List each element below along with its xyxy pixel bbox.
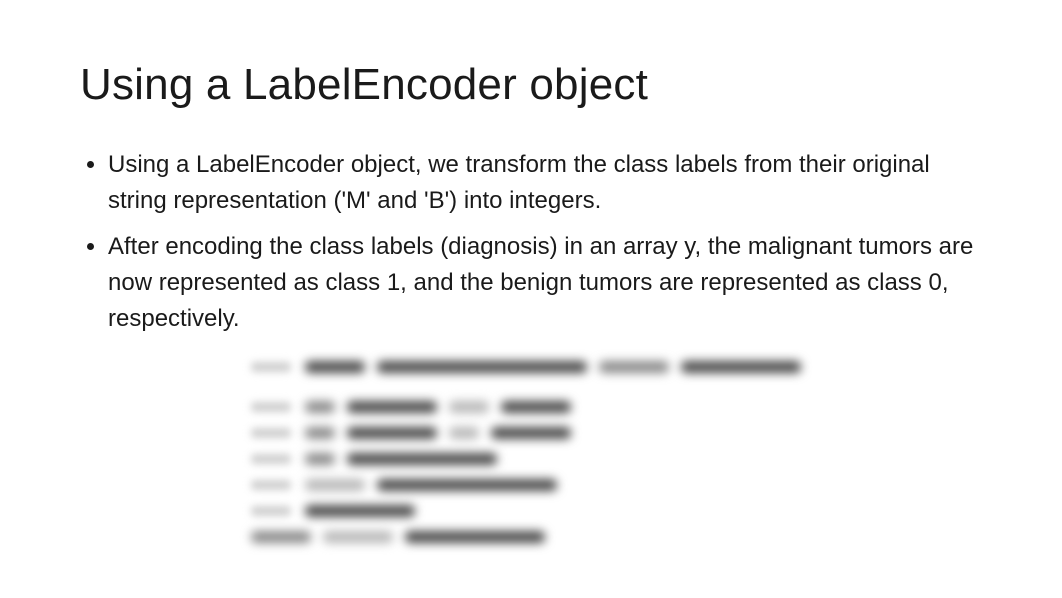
slide: Using a LabelEncoder object Using a Labe… bbox=[0, 0, 1062, 598]
bullet-item: After encoding the class labels (diagnos… bbox=[108, 229, 982, 337]
code-line bbox=[251, 395, 811, 419]
bullet-list: Using a LabelEncoder object, we transfor… bbox=[80, 147, 982, 337]
code-line bbox=[251, 525, 811, 549]
code-line bbox=[251, 473, 811, 497]
code-line bbox=[251, 447, 811, 471]
bullet-item: Using a LabelEncoder object, we transfor… bbox=[108, 147, 982, 219]
code-line bbox=[251, 421, 811, 445]
code-line bbox=[251, 499, 811, 523]
code-line bbox=[251, 355, 811, 379]
slide-title: Using a LabelEncoder object bbox=[80, 60, 982, 111]
blurred-code-block bbox=[251, 355, 811, 549]
